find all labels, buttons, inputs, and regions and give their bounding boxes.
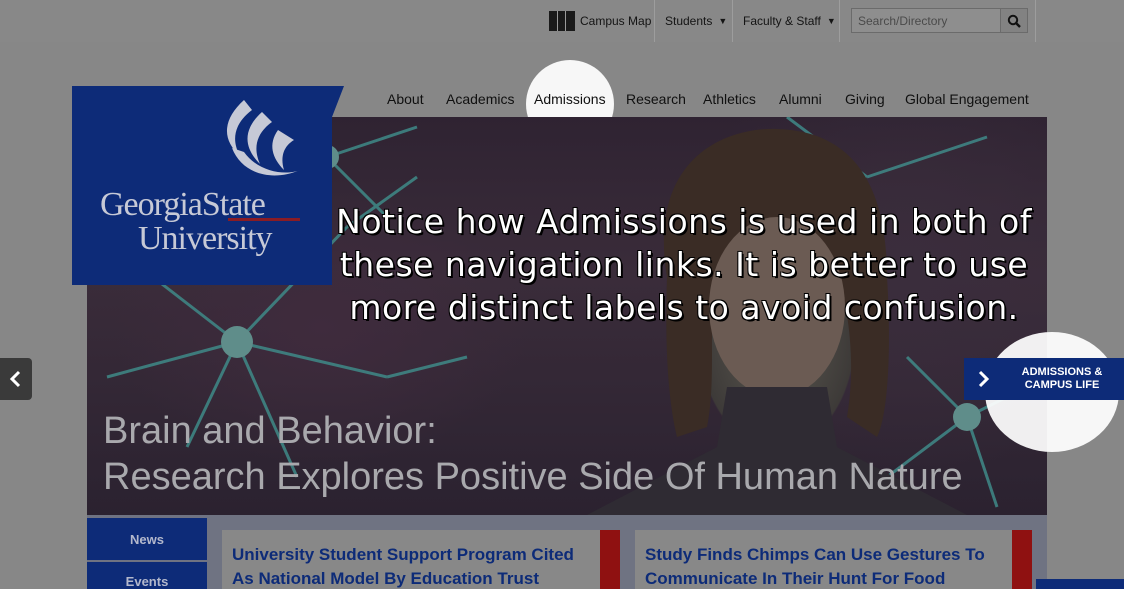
- annotation-text: Notice how Admissions is used in both of…: [336, 202, 1032, 327]
- nav-item-alumni[interactable]: Alumni: [779, 86, 822, 112]
- flame-icon: [226, 100, 300, 176]
- news-card-title-line1: University Student Support Program Cited: [232, 545, 574, 564]
- map-icon: [549, 11, 575, 31]
- nav-item-academics[interactable]: Academics: [446, 86, 514, 112]
- prev-slide-button[interactable]: [0, 358, 32, 400]
- news-card[interactable]: University Student Support Program Cited…: [222, 530, 620, 589]
- search-button[interactable]: [1000, 8, 1028, 33]
- next-label-line1: ADMISSIONS &: [1021, 366, 1103, 378]
- faculty-staff-label: Faculty & Staff: [743, 14, 821, 28]
- next-slide-button[interactable]: ADMISSIONS & CAMPUS LIFE: [964, 358, 1124, 400]
- utility-bar: Campus Map Students ▼ Faculty & Staff ▼: [0, 0, 1124, 42]
- nav-item-admissions[interactable]: Admissions: [534, 86, 606, 112]
- chevron-right-icon: [978, 370, 990, 388]
- date-ribbon: [1012, 530, 1032, 589]
- nav-item-research[interactable]: Research: [626, 86, 686, 112]
- tab-news[interactable]: News: [87, 518, 207, 560]
- campus-map-label: Campus Map: [580, 14, 652, 28]
- news-card-title-line2: Communicate In Their Hunt For Food: [645, 569, 946, 588]
- date-ribbon: [600, 530, 620, 589]
- next-slide-label: ADMISSIONS & CAMPUS LIFE: [1002, 366, 1122, 392]
- search-icon: [1007, 14, 1021, 28]
- search-input[interactable]: [851, 8, 1001, 33]
- nav-item-about[interactable]: About: [387, 86, 424, 112]
- chevron-down-icon: ▼: [826, 16, 836, 26]
- corner-button[interactable]: [1036, 579, 1124, 589]
- news-card-title: Study Finds Chimps Can Use Gestures To C…: [645, 543, 1015, 589]
- students-menu[interactable]: Students ▼: [654, 0, 732, 42]
- nav-item-athletics[interactable]: Athletics: [703, 86, 756, 112]
- nav-item-giving[interactable]: Giving: [845, 86, 885, 112]
- news-card-title-line2: As National Model By Education Trust: [232, 569, 539, 588]
- tab-events[interactable]: Events: [87, 562, 207, 589]
- logo-line2: University: [138, 220, 273, 257]
- nav-item-global-engagement[interactable]: Global Engagement: [905, 86, 1029, 112]
- campus-map-link[interactable]: Campus Map: [540, 0, 654, 42]
- hero-headline[interactable]: Brain and Behavior: Research Explores Po…: [103, 408, 1003, 500]
- news-card[interactable]: Study Finds Chimps Can Use Gestures To C…: [635, 530, 1032, 589]
- students-label: Students: [665, 14, 713, 28]
- news-card-title: University Student Support Program Cited…: [232, 543, 602, 589]
- hero-headline-line1: Brain and Behavior:: [103, 410, 437, 452]
- news-card-title-line1: Study Finds Chimps Can Use Gestures To: [645, 545, 985, 564]
- logo-tab: [332, 86, 344, 117]
- chevron-left-icon: [9, 370, 21, 388]
- hero-headline-line2: Research Explores Positive Side Of Human…: [103, 456, 963, 498]
- next-label-line2: CAMPUS LIFE: [1024, 379, 1100, 391]
- chevron-down-icon: ▼: [718, 16, 728, 26]
- faculty-staff-menu[interactable]: Faculty & Staff ▼: [732, 0, 839, 42]
